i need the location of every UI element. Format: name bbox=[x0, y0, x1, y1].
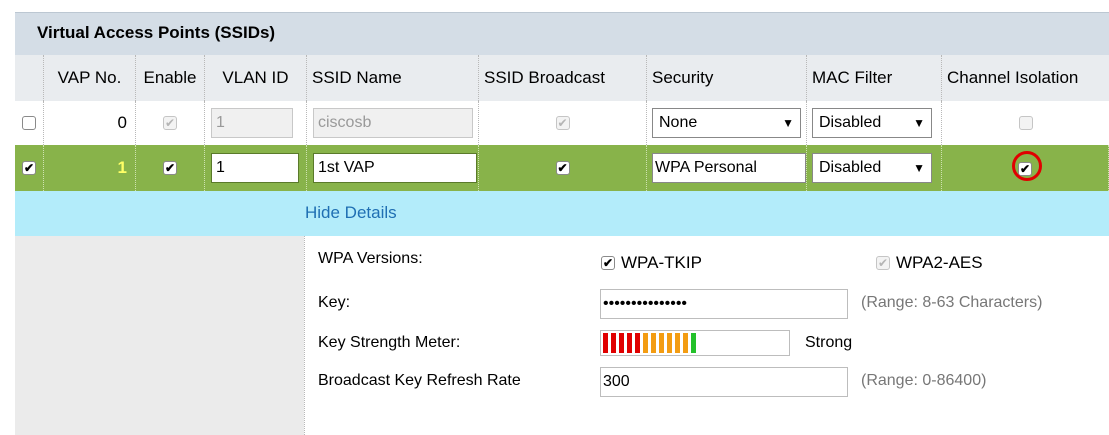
enable-checkbox[interactable]: ✔ bbox=[163, 161, 177, 175]
key-input[interactable]: ••••••••••••••• bbox=[600, 289, 848, 319]
table-row[interactable]: 0 ✔ 1 ciscosb ✔ None ▼ Disabled ▼ bbox=[15, 101, 1109, 146]
vlan-id-input[interactable]: 1 bbox=[211, 153, 299, 183]
vap-panel: Virtual Access Points (SSIDs) VAP No. En… bbox=[15, 12, 1109, 435]
mac-filter-value: Disabled bbox=[819, 159, 882, 176]
ssid-name-input[interactable]: ciscosb bbox=[313, 108, 473, 138]
security-value: None bbox=[659, 114, 698, 131]
vap-number: 1 bbox=[44, 145, 136, 191]
header-ssid-broadcast: SSID Broadcast bbox=[479, 55, 647, 101]
mac-filter-select[interactable]: Disabled ▼ bbox=[812, 153, 932, 183]
security-select[interactable]: WPA Personal bbox=[652, 153, 806, 183]
security-select[interactable]: None ▼ bbox=[652, 108, 801, 138]
wpa2-aes-label: WPA2-AES bbox=[896, 253, 983, 272]
wpa2-aes-checkbox[interactable]: ✔ bbox=[876, 256, 890, 270]
wpa2-aes-option[interactable]: ✔ WPA2-AES bbox=[876, 253, 983, 273]
wpa-tkip-option[interactable]: ✔ WPA-TKIP bbox=[601, 253, 702, 273]
dropdown-arrow-icon: ▼ bbox=[913, 116, 925, 130]
key-label: Key: bbox=[318, 294, 351, 311]
wpa-tkip-label: WPA-TKIP bbox=[621, 253, 702, 272]
row-select-checkbox[interactable]: ✔ bbox=[22, 161, 36, 175]
vlan-id-input[interactable]: 1 bbox=[211, 108, 293, 138]
vap-number: 0 bbox=[44, 101, 136, 145]
header-vlan-id: VLAN ID bbox=[205, 55, 307, 101]
header-ssid-name: SSID Name bbox=[307, 55, 479, 101]
header-select bbox=[15, 55, 44, 101]
enable-checkbox[interactable]: ✔ bbox=[163, 116, 177, 130]
refresh-rate-hint: (Range: 0-86400) bbox=[861, 372, 987, 389]
security-value: WPA Personal bbox=[655, 159, 757, 176]
mac-filter-select[interactable]: Disabled ▼ bbox=[812, 108, 932, 138]
highlight-circle bbox=[1012, 151, 1042, 181]
key-strength-meter bbox=[600, 330, 790, 356]
header-enable: Enable bbox=[136, 55, 205, 101]
dropdown-arrow-icon: ▼ bbox=[782, 116, 794, 130]
header-channel-isolation: Channel Isolation bbox=[947, 68, 1079, 87]
ssid-broadcast-checkbox[interactable]: ✔ bbox=[555, 116, 570, 130]
header-vap-no: VAP No. bbox=[44, 55, 136, 101]
section-title: Virtual Access Points (SSIDs) bbox=[37, 23, 276, 42]
table-row-selected[interactable]: ✔ 1 ✔ 1 1st VAP ✔ WPA Personal Disabled … bbox=[15, 145, 1109, 191]
key-strength-label: Key Strength Meter: bbox=[318, 334, 461, 351]
ssid-broadcast-checkbox[interactable]: ✔ bbox=[555, 161, 570, 175]
wpa-tkip-checkbox[interactable]: ✔ bbox=[601, 256, 615, 270]
security-details-panel: WPA Versions: ✔ WPA-TKIP ✔ WPA2-AES Key:… bbox=[304, 236, 1109, 435]
details-bar: Hide Details bbox=[15, 191, 1109, 236]
section-header: Virtual Access Points (SSIDs) bbox=[15, 12, 1109, 55]
wpa-versions-label: WPA Versions: bbox=[318, 250, 423, 267]
channel-isolation-checkbox[interactable] bbox=[1018, 116, 1033, 130]
header-mac-filter: MAC Filter bbox=[807, 55, 942, 101]
row-select-checkbox[interactable] bbox=[22, 116, 36, 130]
refresh-rate-label: Broadcast Key Refresh Rate bbox=[318, 372, 521, 389]
details-left-spacer bbox=[15, 236, 304, 435]
key-range-hint: (Range: 8-63 Characters) bbox=[861, 294, 1043, 311]
refresh-rate-input[interactable]: 300 bbox=[600, 367, 848, 397]
header-security: Security bbox=[647, 55, 807, 101]
table-header: VAP No. Enable VLAN ID SSID Name SSID Br… bbox=[15, 55, 1109, 101]
dropdown-arrow-icon: ▼ bbox=[913, 161, 925, 175]
hide-details-link[interactable]: Hide Details bbox=[305, 203, 397, 223]
ssid-name-input[interactable]: 1st VAP bbox=[313, 153, 477, 183]
mac-filter-value: Disabled bbox=[819, 114, 882, 131]
key-strength-text: Strong bbox=[805, 334, 853, 351]
